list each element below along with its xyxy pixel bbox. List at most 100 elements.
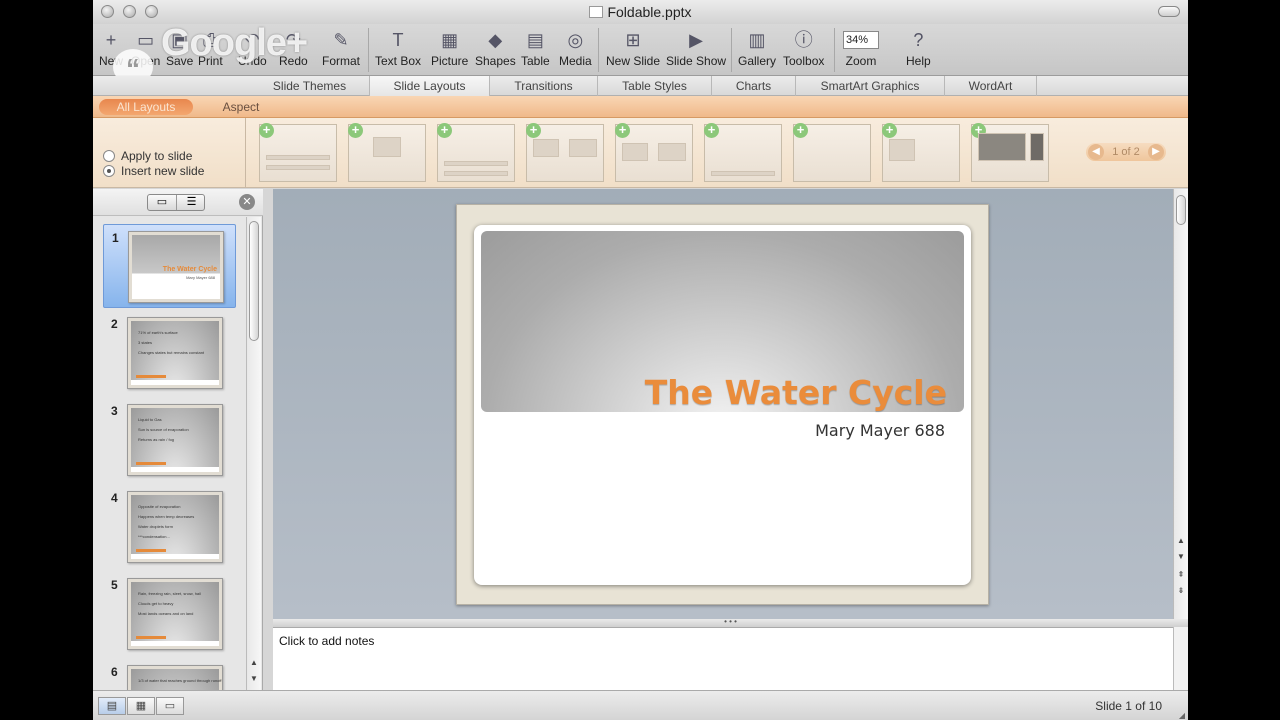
scrollbar-thumb[interactable] [1176, 195, 1186, 225]
navigation-pane-scrollbar[interactable]: ▲ ▼ [246, 217, 261, 690]
preview-subtitle: Mary Mayer 688 [186, 275, 215, 280]
standard-toolbar: +New ▭Open ▣Save ⎙Print ↶Undo ↷Redo ✎For… [93, 22, 1188, 85]
scroll-up-icon[interactable]: ▲ [1174, 535, 1188, 547]
table-icon: ▤ [526, 30, 544, 50]
slide-thumbnail-3[interactable]: 3 Liquid to Gas Sun is source of evaporat… [103, 398, 236, 482]
textbox-button[interactable]: T Text Box [375, 28, 421, 68]
layout-title-content[interactable]: + [348, 123, 426, 182]
tab-smartart-graphics[interactable]: SmartArt Graphics [796, 76, 945, 96]
scroll-down-icon[interactable]: ▼ [1174, 551, 1188, 563]
layout-bar [569, 139, 597, 157]
layout-pager[interactable]: ◀ 1 of 2 ▶ [1086, 143, 1166, 161]
slides-view-icon[interactable]: ▭ [148, 195, 177, 210]
layout-section-header[interactable]: + [437, 123, 515, 182]
resize-grip-icon[interactable]: ◢ [1179, 711, 1185, 720]
help-button[interactable]: ? Help [906, 28, 931, 68]
next-slide-icon[interactable]: ⇟ [1174, 585, 1188, 597]
slide-title[interactable]: The Water Cycle [645, 373, 947, 412]
layout-picture-caption[interactable]: + [971, 123, 1049, 182]
chevron-right-icon[interactable]: ▶ [1148, 144, 1164, 160]
preview-footer [131, 467, 219, 472]
slide-thumbnail-4[interactable]: 4 Opposite of evaporation Happens when te… [103, 485, 236, 569]
textbox-icon: T [392, 30, 404, 50]
toolbar-toggle-button[interactable] [1158, 6, 1180, 17]
notes-splitter[interactable]: • • • [273, 618, 1188, 627]
navigation-pane-header: ▭ ☰ ✕ [93, 189, 263, 216]
tab-slide-themes[interactable]: Slide Themes [250, 76, 370, 96]
slide-thumbnail-1[interactable]: 1 The Water Cycle Mary Mayer 688 [103, 224, 236, 308]
notes-placeholder[interactable]: Click to add notes [279, 634, 374, 648]
notes-scrollbar[interactable] [1173, 627, 1188, 690]
previous-slide-icon[interactable]: ⇞ [1174, 569, 1188, 581]
tab-transitions[interactable]: Transitions [490, 76, 598, 96]
zoom-value-field[interactable]: 34% [843, 31, 879, 49]
slide-preview: Rain, freezing rain, sleet, snow, hail Cl… [127, 578, 223, 650]
layout-title-slide[interactable]: + [259, 123, 337, 182]
preview-lines: 1/3 of water that reaches ground through… [138, 678, 222, 683]
format-button[interactable]: ✎ Format [322, 28, 360, 68]
slide-show-icon: ▶ [689, 30, 703, 50]
layout-subtabs: All Layouts Aspect [93, 96, 1188, 118]
normal-view-button[interactable]: ▤ [98, 697, 126, 715]
help-icon: ? [913, 30, 924, 50]
slide-thumbnail-5[interactable]: 5 Rain, freezing rain, sleet, snow, hail… [103, 572, 236, 656]
table-button[interactable]: ▤ Table [521, 28, 550, 68]
slide-thumbnail-2[interactable]: 2 71% of earth's surface 3 states Changes … [103, 311, 236, 395]
notes-pane[interactable]: Click to add notes [273, 627, 1173, 690]
shapes-button[interactable]: ◆ Shapes [475, 28, 516, 68]
add-icon: + [882, 123, 897, 138]
preview-lines: Rain, freezing rain, sleet, snow, hail Cl… [138, 591, 201, 616]
slide-show-view-button[interactable]: ▭ [156, 697, 184, 715]
toolbar-separator [368, 28, 369, 72]
editor-scrollbar[interactable]: ▲ ▼ ⇞ ⇟ [1173, 189, 1188, 619]
outline-view-icon[interactable]: ☰ [177, 195, 206, 210]
picture-button[interactable]: ▦ Picture [431, 28, 468, 68]
scrollbar-thumb[interactable] [249, 221, 259, 341]
slide-sorter-view-button[interactable]: ▦ [127, 697, 155, 715]
tab-charts[interactable]: Charts [712, 76, 796, 96]
chevron-left-icon[interactable]: ◀ [1088, 144, 1104, 160]
zoom-control[interactable]: 34% Zoom [843, 28, 879, 68]
gallery-button[interactable]: ▥ Gallery [738, 28, 776, 68]
layout-blank[interactable]: + [793, 123, 871, 182]
layout-two-content[interactable]: + [526, 123, 604, 182]
scroll-down-icon[interactable]: ▼ [247, 673, 261, 685]
current-slide[interactable]: The Water Cycle Mary Mayer 688 [456, 204, 989, 605]
subtab-all-layouts[interactable]: All Layouts [99, 99, 193, 115]
insert-new-slide-radio[interactable]: Insert new slide [103, 164, 204, 178]
preview-footer [131, 641, 219, 646]
slide-number: 3 [111, 404, 118, 418]
preview-accent [136, 462, 166, 465]
layout-bar [373, 137, 401, 157]
slide-subtitle[interactable]: Mary Mayer 688 [815, 421, 945, 440]
media-icon: ◎ [567, 30, 584, 50]
slide-number: 1 [112, 231, 119, 245]
scroll-up-icon[interactable]: ▲ [247, 657, 261, 669]
toolbox-button[interactable]: ⓘ Toolbox [783, 28, 824, 68]
preview-accent [136, 549, 166, 552]
layout-content-caption[interactable]: + [882, 123, 960, 182]
slide-show-button[interactable]: ▶ Slide Show [666, 28, 726, 68]
tab-table-styles[interactable]: Table Styles [598, 76, 712, 96]
tab-slide-layouts[interactable]: Slide Layouts [370, 76, 490, 96]
close-pane-icon[interactable]: ✕ [239, 194, 255, 210]
new-slide-button[interactable]: ⊞ New Slide [606, 28, 660, 68]
apply-to-slide-radio[interactable]: Apply to slide [103, 149, 192, 163]
add-icon: + [793, 123, 808, 138]
pane-view-toggle: ▭ ☰ [147, 194, 205, 211]
subtab-aspect[interactable]: Aspect [205, 99, 277, 115]
slide-number: 5 [111, 578, 118, 592]
layout-bar [889, 139, 915, 161]
layout-comparison[interactable]: + [615, 123, 693, 182]
slide-thumbnail-6[interactable]: 6 1/3 of water that reaches ground throu… [103, 659, 236, 690]
media-button[interactable]: ◎ Media [559, 28, 592, 68]
layout-title-only[interactable]: + [704, 123, 782, 182]
slide-sorter-icon: ▦ [135, 700, 147, 712]
slide-number: 6 [111, 665, 118, 679]
new-icon: + [105, 30, 117, 50]
slide-count: Slide 1 of 10 [1095, 699, 1162, 713]
toolbar-separator [834, 28, 835, 72]
layout-gallery: Apply to slide Insert new slide + + + + … [93, 118, 1188, 188]
radio-on-icon [103, 165, 115, 177]
tab-wordart[interactable]: WordArt [945, 76, 1037, 96]
